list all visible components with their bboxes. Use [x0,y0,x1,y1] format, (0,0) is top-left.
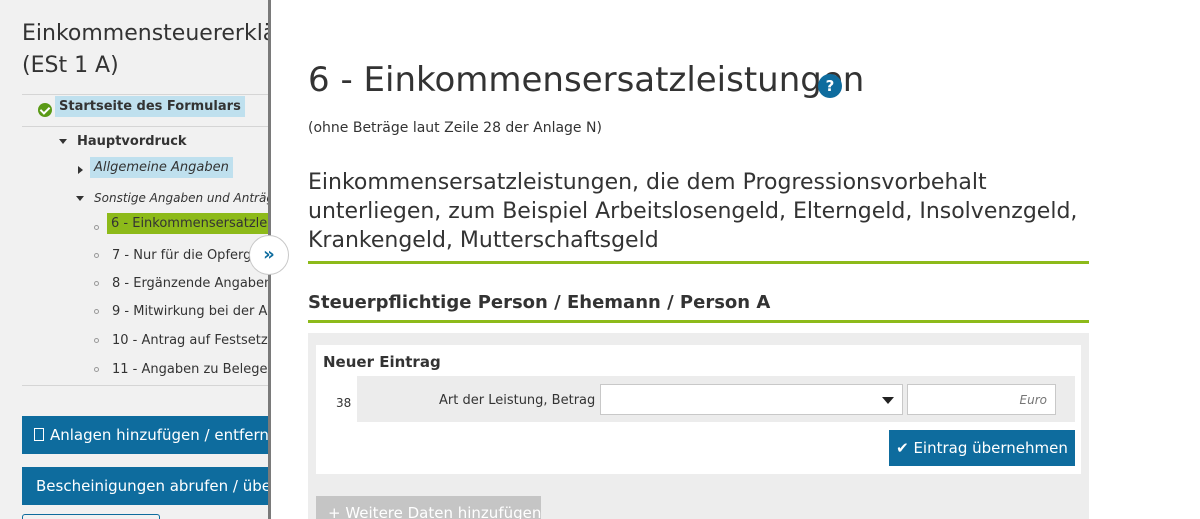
sidebar-next-button[interactable] [22,514,160,519]
check-circle-icon [38,103,52,117]
tree-divider [22,385,270,386]
accept-entry-button[interactable]: ✔ Eintrag übernehmen [889,430,1075,466]
tree-divider [22,94,270,95]
person-rule [308,320,1089,323]
tree-item-8[interactable]: 8 - Ergänzende Angaben zur Steuererkläru… [112,276,270,291]
caret-right-icon[interactable] [78,166,83,174]
form-main-content: 6 - Einkommensersatzleistungen ? (ohne B… [271,0,1200,519]
tree-item-allgemeine-label: Allgemeine Angaben [90,157,233,178]
fetch-certificates-button[interactable]: Bescheinigungen abrufen / übernehmen [22,467,270,505]
tree-item-11[interactable]: 11 - Angaben zu Belegen [112,362,270,377]
tree-item-6-label: 6 - Einkommensersatzleistungen [107,213,270,234]
dropdown-arrow-icon [882,397,894,404]
help-icon[interactable]: ? [818,74,842,98]
person-heading: Steuerpflichtige Person / Ehemann / Pers… [308,292,771,313]
new-entry-title: Neuer Eintrag [323,353,441,371]
form-title: Einkommensteuererklärung (ESt 1 A) [22,18,270,82]
caret-down-icon[interactable] [76,196,84,201]
tree-item-9[interactable]: 9 - Mitwirkung bei der Anfertigung [112,304,270,319]
add-more-data-button[interactable]: + Weitere Daten hinzufügen [316,496,541,519]
bullet-icon [94,225,99,230]
section-heading: Einkommensersatzleistungen, die dem Prog… [308,170,1078,253]
page-title: 6 - Einkommensersatzleistungen [308,60,865,100]
collapse-sidebar-toggle[interactable]: » [249,235,289,275]
page-subtitle: (ohne Beträge laut Zeile 28 der Anlage N… [308,120,602,136]
tree-divider [22,126,270,127]
tree-item-6[interactable]: 6 - Einkommensersatzleistungen [107,213,270,234]
bullet-icon [94,281,99,286]
section-rule [308,261,1089,264]
line-number: 38 [336,396,352,410]
benefit-type-amount-label: Art der Leistung, Betrag [439,393,596,408]
tree-item-10[interactable]: 10 - Antrag auf Festsetzung [112,333,270,348]
entry-panel: Neuer Eintrag 38 Art der Leistung, Betra… [308,333,1089,519]
tree-item-sonstige[interactable]: Sonstige Angaben und Anträge [94,191,270,205]
add-remove-attachments-button[interactable]: Anlagen hinzufügen / entfernen [22,416,270,454]
tree-item-7[interactable]: 7 - Nur für die Opfergruppen [112,248,270,263]
bullet-icon [94,338,99,343]
benefit-type-select[interactable] [600,384,903,415]
tree-item-start[interactable]: Startseite des Formulars [55,96,245,117]
new-entry-card: Neuer Eintrag 38 Art der Leistung, Betra… [316,345,1081,474]
amount-euro-input[interactable] [907,384,1056,415]
form-title-code: (ESt 1 A) [22,53,119,78]
document-icon [34,428,44,441]
bullet-icon [94,253,99,258]
entry-row: Art der Leistung, Betrag [357,376,1075,422]
bullet-icon [94,309,99,314]
form-title-name: Einkommensteuererklärung [22,21,270,46]
caret-down-icon[interactable] [59,139,67,144]
tree-item-hauptvordruck[interactable]: Hauptvordruck [77,134,187,149]
add-remove-attachments-label: Anlagen hinzufügen / entfernen [50,426,270,444]
tree-item-start-label: Startseite des Formulars [55,96,245,117]
bullet-icon [94,367,99,372]
tree-item-allgemeine[interactable]: Allgemeine Angaben [90,157,233,178]
form-navigation-sidebar: Einkommensteuererklärung (ESt 1 A) Start… [0,0,270,519]
